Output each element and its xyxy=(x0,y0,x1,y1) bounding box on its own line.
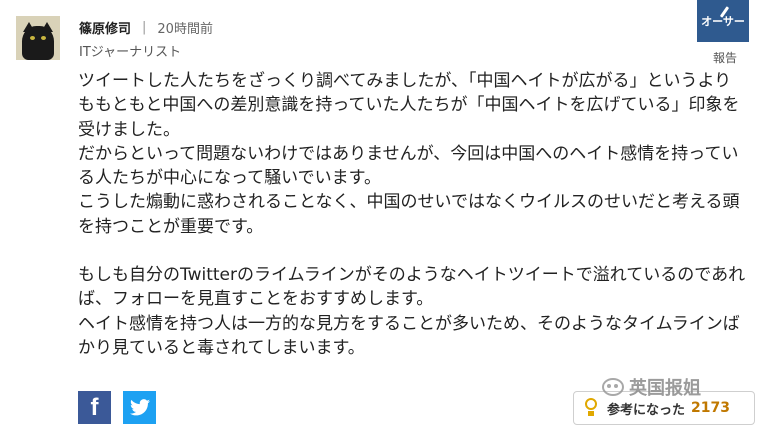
watermark: 英国报姐 xyxy=(602,374,701,400)
facebook-share-button[interactable]: f xyxy=(78,391,111,424)
author-line: 篠原修司 | 20時間前 xyxy=(79,18,213,37)
wechat-icon xyxy=(602,378,624,396)
comment-body: ツイートした人たちをざっくり調べてみましたが、「中国ヘイトが広がる」というよりも… xyxy=(78,69,748,360)
facebook-icon: f xyxy=(90,393,99,421)
lightbulb-icon xyxy=(584,398,598,418)
helpful-count: 2173 xyxy=(691,400,730,416)
cat-silhouette xyxy=(22,26,54,60)
cat-eye xyxy=(41,36,46,40)
author-name[interactable]: 篠原修司 xyxy=(79,18,131,37)
separator: | xyxy=(142,20,147,35)
watermark-text: 英国报姐 xyxy=(629,378,701,399)
cat-eye xyxy=(30,36,35,40)
helpful-label: 参考になった xyxy=(607,402,686,418)
twitter-share-button[interactable] xyxy=(123,391,156,424)
comment-paragraph: ツイートした人たちをざっくり調べてみましたが、「中国ヘイトが広がる」というよりも… xyxy=(78,71,740,140)
comment-paragraph: もしも自分のTwitterのライムラインがそのようなヘイトツイートで溢れているの… xyxy=(78,265,746,310)
badge-label: オーサー xyxy=(701,15,745,28)
twitter-icon xyxy=(129,399,150,416)
author-badge: オーサー xyxy=(697,0,749,42)
author-avatar[interactable] xyxy=(16,16,60,60)
comment-paragraph: だからといって問題ないわけではありませんが、今回は中国へのヘイト感情を持っている… xyxy=(78,143,739,189)
author-title: ITジャーナリスト xyxy=(79,45,182,60)
report-link[interactable]: 報告 xyxy=(713,49,737,66)
post-time: 20時間前 xyxy=(157,22,213,37)
comment-paragraph: こうした煽動に惑わされることなく、中国のせいではなくウイルスのせいだと考える頭を… xyxy=(78,192,740,237)
comment-paragraph: ヘイト感情を持つ人は一方的な見方をすることが多いため、そのようなタイムラインばか… xyxy=(78,313,740,358)
